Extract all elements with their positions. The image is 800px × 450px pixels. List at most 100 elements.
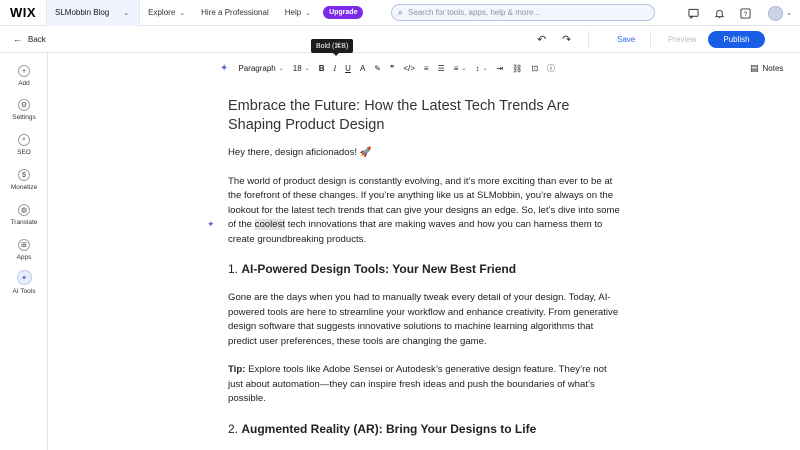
bell-icon[interactable]: [706, 8, 732, 19]
dollar-icon: $: [18, 169, 30, 181]
nav-hire-label: Hire a Professional: [201, 8, 269, 17]
back-label: Back: [28, 34, 46, 44]
bullet-list-icon[interactable]: ☰: [438, 64, 445, 73]
divider: [650, 31, 651, 48]
sidebar-item-label: Add: [18, 80, 30, 87]
arrow-left-icon: ←: [13, 34, 22, 44]
nav-help-label: Help: [284, 8, 302, 17]
paragraph-intro[interactable]: The world of product design is constantl…: [228, 175, 623, 248]
chevron-down-icon: ⌄: [482, 65, 488, 72]
help-icon[interactable]: ?: [732, 7, 758, 19]
top-icons: ? ⌄: [680, 0, 800, 26]
heading-number: 1.: [228, 262, 242, 276]
svg-text:?: ?: [743, 10, 747, 17]
search-icon: ⌕: [398, 7, 404, 17]
nav-explore[interactable]: Explore ⌄: [140, 8, 193, 17]
back-button[interactable]: ← Back: [13, 34, 46, 44]
sidebar-item-label: Apps: [16, 254, 32, 261]
bold-tooltip: Bold (⌘B): [311, 39, 354, 56]
notes-label: Notes: [762, 64, 784, 73]
tip-text: Explore tools like Adobe Sensei or Autod…: [228, 364, 607, 404]
heading-number: 2.: [228, 421, 242, 436]
redo-icon[interactable]: ↷: [562, 33, 571, 46]
sidebar-item-label: Settings: [12, 114, 36, 121]
chevron-down-icon: ⌄: [123, 9, 130, 17]
heading-ai-tools[interactable]: 1. AI-Powered Design Tools: Your New Bes…: [228, 262, 623, 276]
undo-icon[interactable]: ↶: [537, 33, 546, 46]
ai-sparkle-icon[interactable]: ✦: [220, 63, 228, 74]
selected-text: coolest: [254, 219, 286, 230]
font-size-value: 18: [292, 63, 302, 73]
search-placeholder: Search for tools, apps, help & more...: [408, 8, 541, 17]
sidebar-item-label: Translate: [10, 219, 38, 226]
anchor-icon[interactable]: ⊡: [531, 64, 538, 73]
editor-header: ← Back ↶ ↷ Save Preview Publish: [0, 26, 800, 53]
notes-button[interactable]: ▤ Notes: [750, 63, 783, 74]
formatting-toolbar: ✦ Paragraph ⌄ 18 ⌄ B I U A ✎ ❞ </> ≡ ☰ ≡…: [220, 59, 564, 77]
divider: [588, 31, 589, 48]
nav-help[interactable]: Help ⌄: [277, 8, 319, 17]
code-icon[interactable]: </>: [403, 64, 415, 73]
top-bar: WIX SLMobbin Blog ⌄ Explore ⌄ Hire a Pro…: [0, 0, 800, 26]
preview-button[interactable]: Preview: [668, 35, 696, 44]
plus-icon: +: [18, 65, 30, 77]
chevron-down-icon: ⌄: [179, 9, 186, 17]
site-name: SLMobbin Blog: [55, 8, 110, 17]
left-sidebar: + Add ⚙ Settings ⌕ SEO $ Monetize ◍ Tran…: [0, 53, 48, 450]
chevron-down-icon: ⌄: [786, 10, 792, 17]
sidebar-item-label: AI Tools: [12, 288, 36, 295]
site-switcher[interactable]: SLMobbin Blog ⌄: [46, 0, 141, 26]
chevron-down-icon: ⌄: [278, 65, 284, 72]
info-icon[interactable]: ⓘ: [547, 63, 555, 74]
sidebar-item-add[interactable]: + Add: [0, 65, 48, 87]
chevron-down-icon: ⌄: [305, 9, 312, 17]
nav-explore-label: Explore: [148, 8, 176, 17]
post-title[interactable]: Embrace the Future: How the Latest Tech …: [228, 97, 623, 135]
paragraph-style-value: Paragraph: [238, 63, 276, 73]
paragraph-ai-tools[interactable]: Gone are the days when you had to manual…: [228, 291, 623, 349]
sidebar-item-apps[interactable]: ⊞ Apps: [0, 239, 48, 261]
top-nav: Explore ⌄ Hire a Professional Help ⌄ Upg…: [140, 6, 364, 19]
nav-hire-professional[interactable]: Hire a Professional: [193, 8, 277, 17]
search-input[interactable]: ⌕ Search for tools, apps, help & more...: [391, 4, 655, 21]
apps-icon: ⊞: [18, 239, 30, 251]
paragraph-tip[interactable]: Tip: Explore tools like Adobe Sensei or …: [228, 363, 623, 407]
sidebar-item-translate[interactable]: ◍ Translate: [0, 204, 48, 226]
sidebar-item-seo[interactable]: ⌕ SEO: [0, 134, 48, 156]
italic-icon[interactable]: I: [334, 64, 337, 73]
alignment-icon[interactable]: ≡ ⌄: [454, 64, 467, 73]
text-color-icon[interactable]: A: [360, 64, 365, 73]
paragraph-greeting[interactable]: Hey there, design aficionados! 🚀: [228, 146, 623, 161]
highlight-icon[interactable]: ✎: [374, 64, 381, 73]
globe-icon: ◍: [18, 204, 30, 216]
post-content[interactable]: Embrace the Future: How the Latest Tech …: [228, 97, 623, 436]
chat-icon[interactable]: [680, 8, 706, 19]
sidebar-item-monetize[interactable]: $ Monetize: [0, 169, 48, 191]
publish-button[interactable]: Publish: [708, 31, 765, 48]
font-size-select[interactable]: 18 ⌄: [293, 64, 310, 73]
chevron-down-icon: ⌄: [461, 65, 467, 72]
heading-text: AI-Powered Design Tools: Your New Best F…: [241, 262, 517, 276]
underline-icon[interactable]: U: [345, 64, 351, 73]
sidebar-item-label: SEO: [17, 149, 31, 156]
line-spacing-icon[interactable]: ↕ ⌄: [475, 64, 487, 73]
wix-logo[interactable]: WIX: [0, 5, 46, 20]
upgrade-button[interactable]: Upgrade: [323, 6, 364, 19]
account-menu[interactable]: ⌄: [768, 5, 792, 21]
numbered-list-icon[interactable]: ≡: [424, 64, 429, 73]
sidebar-item-label: Monetize: [10, 184, 38, 191]
gear-icon: ⚙: [18, 99, 30, 111]
heading-text: Augmented Reality (AR): Bring Your Desig…: [241, 421, 537, 436]
text-run: tech innovations that are making waves a…: [228, 219, 603, 245]
sidebar-item-ai-tools[interactable]: ✦ AI Tools: [0, 270, 48, 295]
link-icon[interactable]: ⛓: [512, 64, 522, 73]
sidebar-item-settings[interactable]: ⚙ Settings: [0, 99, 48, 121]
save-button[interactable]: Save: [617, 35, 635, 44]
bold-icon[interactable]: B: [319, 64, 325, 73]
ai-sparkle-icon[interactable]: ✦: [207, 219, 215, 230]
heading-ar[interactable]: 2. Augmented Reality (AR): Bring Your De…: [228, 422, 623, 436]
indent-icon[interactable]: ⇥: [496, 64, 503, 73]
tip-label: Tip:: [228, 364, 246, 375]
paragraph-style-select[interactable]: Paragraph ⌄: [238, 64, 283, 73]
quote-icon[interactable]: ❞: [390, 64, 394, 73]
